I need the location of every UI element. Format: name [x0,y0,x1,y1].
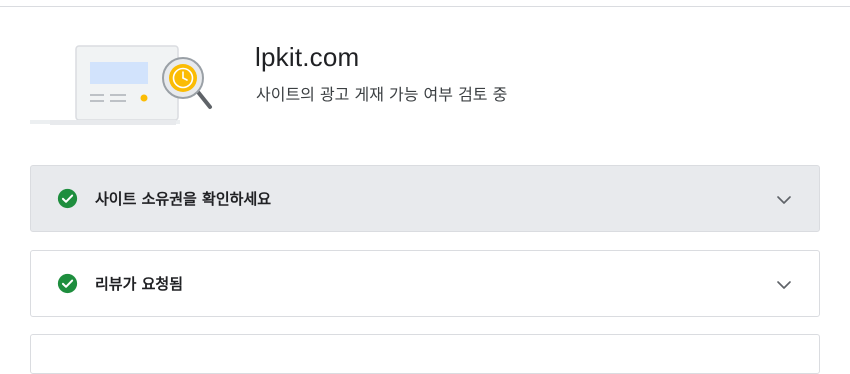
step-review-requested[interactable]: 리뷰가 요청됨 [30,250,820,317]
magnifier-handle [196,90,212,109]
step-label: 리뷰가 요청됨 [95,275,184,293]
step-verify-ownership[interactable]: 사이트 소유권을 확인하세요 [30,165,820,232]
review-status-text: 사이트의 광고 게재 가능 여부 검토 중 [256,85,508,104]
review-illustration [30,45,212,125]
site-title: lpkit.com [255,42,360,72]
check-circle-icon [57,273,78,294]
check-circle-icon [57,188,78,209]
step-label: 사이트 소유권을 확인하세요 [95,190,272,208]
step-card-partial[interactable] [30,334,820,374]
laptop-base [50,120,176,125]
chevron-down-icon[interactable] [775,191,793,209]
top-divider [0,6,850,7]
chevron-down-icon[interactable] [775,276,793,294]
screen-block [90,62,148,84]
